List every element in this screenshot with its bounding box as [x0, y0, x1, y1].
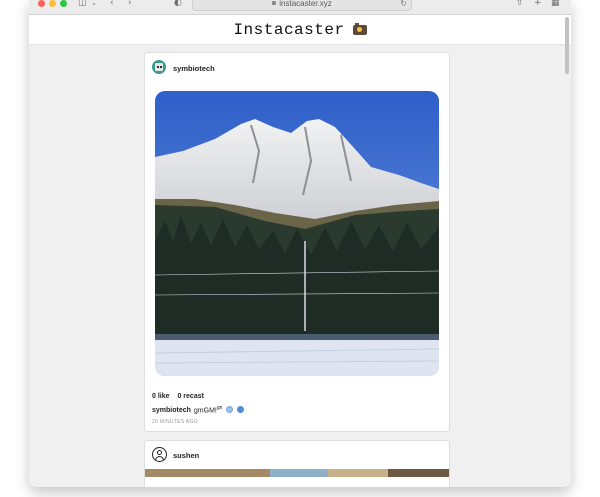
avatar[interactable]	[152, 447, 167, 462]
post-stats: 0 like 0 recast	[152, 393, 210, 400]
site-header: Instacaster	[29, 15, 571, 45]
url-text: instacaster.xyz	[279, 0, 332, 8]
close-icon[interactable]	[38, 0, 45, 7]
new-tab-icon[interactable]: +	[534, 0, 542, 8]
caption-superscript: gn	[216, 405, 223, 411]
shield-icon[interactable]: ◐	[174, 0, 182, 8]
reload-icon[interactable]: ↻	[400, 0, 407, 8]
caption-text: gmGM!	[193, 407, 217, 415]
post-card: symbiotech 0 like 0 recast symbiotech gm…	[144, 52, 450, 432]
scrollbar[interactable]	[565, 17, 569, 74]
lock-icon	[272, 1, 277, 5]
mask-icon	[237, 406, 245, 414]
browser-toolbar: ◫ ⌄ ‹ › ◐ instacaster.xyz ↻ ⇧ + ▦	[29, 0, 571, 15]
sidebar-icon[interactable]: ◫	[78, 0, 87, 8]
camera-icon	[352, 23, 367, 35]
chevron-down-icon[interactable]: ⌄	[91, 0, 97, 8]
share-icon[interactable]: ⇧	[516, 0, 524, 8]
avatar[interactable]	[152, 60, 166, 74]
post-username[interactable]: sushen	[173, 451, 199, 460]
address-bar[interactable]: instacaster.xyz ↻	[192, 0, 412, 11]
like-count[interactable]: 0 like	[152, 393, 170, 400]
post-image[interactable]	[145, 469, 449, 477]
tab-overview-icon[interactable]: ▦	[551, 0, 560, 8]
zoom-icon[interactable]	[60, 0, 67, 7]
post-caption: symbiotech gmGM!gn	[152, 405, 245, 415]
post-timestamp: 20 MINUTES AGO	[152, 419, 198, 425]
site-title[interactable]: Instacaster	[233, 21, 344, 39]
back-icon[interactable]: ‹	[110, 0, 114, 8]
post-username[interactable]: symbiotech	[173, 64, 215, 73]
post-image[interactable]	[151, 81, 443, 385]
browser-window: ◫ ⌄ ‹ › ◐ instacaster.xyz ↻ ⇧ + ▦ Instac…	[29, 0, 571, 487]
recast-count[interactable]: 0 recast	[177, 393, 203, 400]
planet-icon	[226, 406, 234, 414]
mountain-photo	[155, 91, 439, 376]
post-card: sushen	[144, 440, 450, 487]
caption-username[interactable]: symbiotech	[152, 407, 191, 414]
forward-icon[interactable]: ›	[128, 0, 132, 8]
minimize-icon[interactable]	[49, 0, 56, 7]
